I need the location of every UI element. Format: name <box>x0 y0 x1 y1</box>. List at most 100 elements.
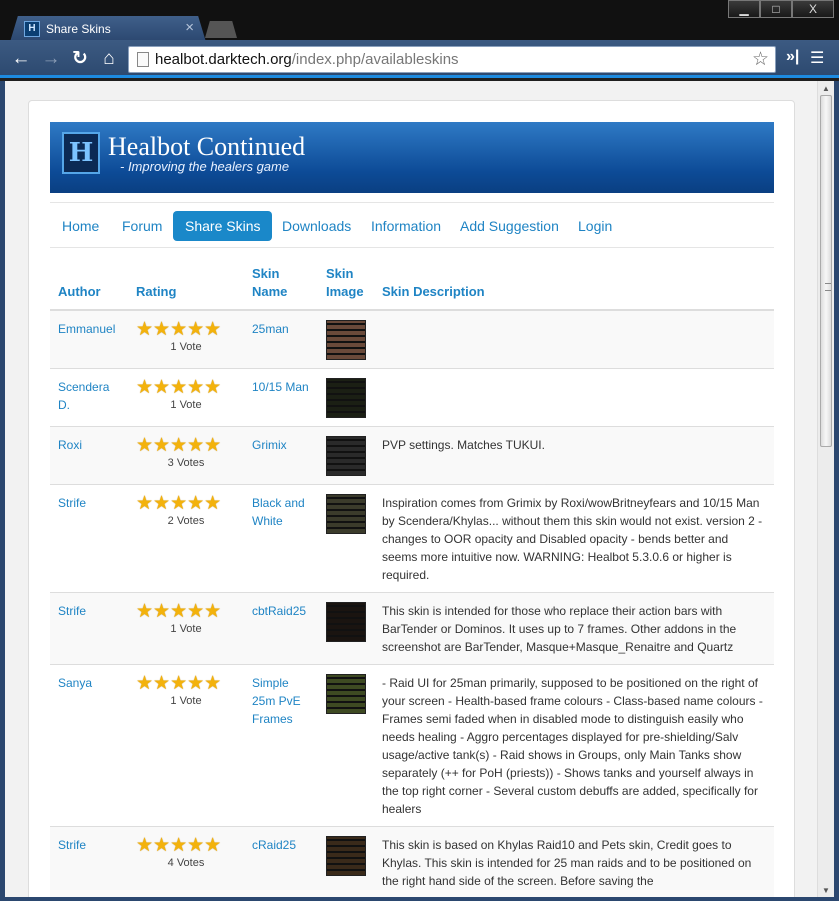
scroll-down-icon[interactable]: ▼ <box>822 886 830 895</box>
maximize-button[interactable]: □ <box>760 0 792 18</box>
vertical-scrollbar[interactable]: ▲ ▼ <box>817 81 834 898</box>
table-row: Strife ★★★★★ 1 Vote cbtRaid25 This skin i… <box>50 592 774 665</box>
browser-titlebar: H Share Skins × ▁ □ X <box>0 0 839 42</box>
tab-close-icon[interactable]: × <box>185 19 194 36</box>
skin-name-link[interactable]: cbtRaid25 <box>252 604 306 618</box>
author-link[interactable]: Roxi <box>58 438 82 452</box>
vote-count: 1 Vote <box>170 341 202 353</box>
scroll-grip-icon <box>825 283 831 291</box>
skin-name-link[interactable]: 10/15 Man <box>252 380 309 394</box>
minimize-button[interactable]: ▁ <box>728 0 760 18</box>
skin-description: This skin is based on Khylas Raid10 and … <box>374 826 774 898</box>
author-link[interactable]: Emmanuel <box>58 322 115 336</box>
author-link[interactable]: Strife <box>58 838 86 852</box>
author-link[interactable]: Strife <box>58 496 86 510</box>
header-author[interactable]: Author <box>50 251 128 311</box>
window-frame-right <box>834 81 839 901</box>
reload-icon[interactable]: ↻ <box>69 48 91 70</box>
skin-thumbnail[interactable] <box>326 674 366 714</box>
nav-information[interactable]: Information <box>359 211 453 241</box>
skin-thumbnail[interactable] <box>326 320 366 360</box>
table-row: Emmanuel ★★★★★ 1 Vote 25man <box>50 309 774 369</box>
home-icon[interactable]: ⌂ <box>98 48 120 70</box>
star-rating-icon[interactable]: ★★★★★ <box>136 836 236 856</box>
extensions-icon[interactable]: »| <box>786 48 799 66</box>
skin-description <box>374 368 774 427</box>
skin-thumbnail[interactable] <box>326 836 366 876</box>
star-rating-icon[interactable]: ★★★★★ <box>136 674 236 694</box>
header-rating[interactable]: Rating <box>128 251 244 311</box>
content-card: H Healbot Continued - Improving the heal… <box>28 100 795 898</box>
url-text: healbot.darktech.org/index.php/available… <box>155 51 459 68</box>
skin-thumbnail[interactable] <box>326 378 366 418</box>
site-banner[interactable]: H Healbot Continued - Improving the heal… <box>50 122 774 193</box>
address-bar[interactable]: healbot.darktech.org/index.php/available… <box>128 46 776 73</box>
browser-toolbar: ← → ↻ ⌂ healbot.darktech.org/index.php/a… <box>0 40 839 78</box>
header-skin-image[interactable]: Skin Image <box>318 251 374 311</box>
site-tagline: - Improving the healers game <box>120 159 290 174</box>
skin-description: Inspiration comes from Grimix by Roxi/wo… <box>374 484 774 593</box>
menu-icon[interactable]: ☰ <box>810 48 824 68</box>
skin-name-link[interactable]: Simple 25m PvE Frames <box>252 676 301 726</box>
table-row: Roxi ★★★★★ 3 Votes Grimix PVP settings. M… <box>50 426 774 485</box>
skin-name-link[interactable]: cRaid25 <box>252 838 296 852</box>
url-host: healbot.darktech.org <box>155 51 292 68</box>
bookmark-star-icon[interactable]: ☆ <box>752 48 769 71</box>
vote-count: 1 Vote <box>170 695 202 707</box>
header-skin-name[interactable]: Skin Name <box>244 251 318 311</box>
star-rating-icon[interactable]: ★★★★★ <box>136 494 236 514</box>
vote-count: 1 Vote <box>170 623 202 635</box>
author-link[interactable]: Strife <box>58 604 86 618</box>
skin-description: - Raid UI for 25man primarily, supposed … <box>374 664 774 827</box>
tab-title: Share Skins <box>46 22 111 36</box>
nav-add-suggestion[interactable]: Add Suggestion <box>448 211 571 241</box>
star-rating-icon[interactable]: ★★★★★ <box>136 378 236 398</box>
header-skin-description[interactable]: Skin Description <box>374 251 774 311</box>
site-title: Healbot Continued <box>108 132 306 161</box>
site-favicon-icon: H <box>24 21 40 37</box>
table-row: Strife ★★★★★ 4 Votes cRaid25 This skin is… <box>50 826 774 898</box>
table-row: Sanya ★★★★★ 1 Vote Simple 25m PvE Frames … <box>50 664 774 827</box>
skins-table: Author Rating Skin Name Skin Image Skin … <box>50 251 774 898</box>
main-nav: Home Forum Share Skins Downloads Informa… <box>50 202 774 248</box>
healbot-logo-icon: H <box>62 132 100 174</box>
author-link[interactable]: Scendera D. <box>58 380 109 412</box>
page-viewport: H Healbot Continued - Improving the heal… <box>5 81 817 898</box>
skin-thumbnail[interactable] <box>326 494 366 534</box>
back-arrow-icon[interactable]: ← <box>10 48 32 70</box>
star-rating-icon[interactable]: ★★★★★ <box>136 436 236 456</box>
window-frame-bottom <box>0 897 839 901</box>
skin-thumbnail[interactable] <box>326 436 366 476</box>
skin-name-link[interactable]: 25man <box>252 322 289 336</box>
author-link[interactable]: Sanya <box>58 676 92 690</box>
scrollbar-thumb[interactable] <box>820 95 832 447</box>
new-tab-button[interactable] <box>205 21 237 38</box>
nav-share-skins[interactable]: Share Skins <box>173 211 273 241</box>
close-window-button[interactable]: X <box>792 0 834 18</box>
window-controls: ▁ □ X <box>728 0 834 18</box>
scroll-up-icon[interactable]: ▲ <box>822 84 830 93</box>
page-icon <box>137 52 149 67</box>
vote-count: 4 Votes <box>167 857 205 869</box>
nav-home[interactable]: Home <box>50 211 111 241</box>
vote-count: 1 Vote <box>170 399 202 411</box>
vote-count: 2 Votes <box>167 515 205 527</box>
nav-downloads[interactable]: Downloads <box>270 211 363 241</box>
vote-count: 3 Votes <box>167 457 205 469</box>
table-header-row: Author Rating Skin Name Skin Image Skin … <box>50 251 774 311</box>
skin-description: PVP settings. Matches TUKUI. <box>374 426 774 485</box>
star-rating-icon[interactable]: ★★★★★ <box>136 320 236 340</box>
table-row: Strife ★★★★★ 2 Votes Black and White Insp… <box>50 484 774 593</box>
nav-forum[interactable]: Forum <box>110 211 174 241</box>
skin-thumbnail[interactable] <box>326 602 366 642</box>
tab-share-skins[interactable]: H Share Skins × <box>10 16 206 42</box>
star-rating-icon[interactable]: ★★★★★ <box>136 602 236 622</box>
skin-name-link[interactable]: Black and White <box>252 496 305 528</box>
forward-arrow-icon[interactable]: → <box>40 48 62 70</box>
skin-name-link[interactable]: Grimix <box>252 438 287 452</box>
nav-login[interactable]: Login <box>566 211 624 241</box>
table-body: Emmanuel ★★★★★ 1 Vote 25man Scendera D. ★… <box>50 309 774 898</box>
skin-description: This skin is intended for those who repl… <box>374 592 774 665</box>
url-path: /index.php/availableskins <box>291 51 459 68</box>
skins-table-wrap: Author Rating Skin Name Skin Image Skin … <box>50 251 774 898</box>
